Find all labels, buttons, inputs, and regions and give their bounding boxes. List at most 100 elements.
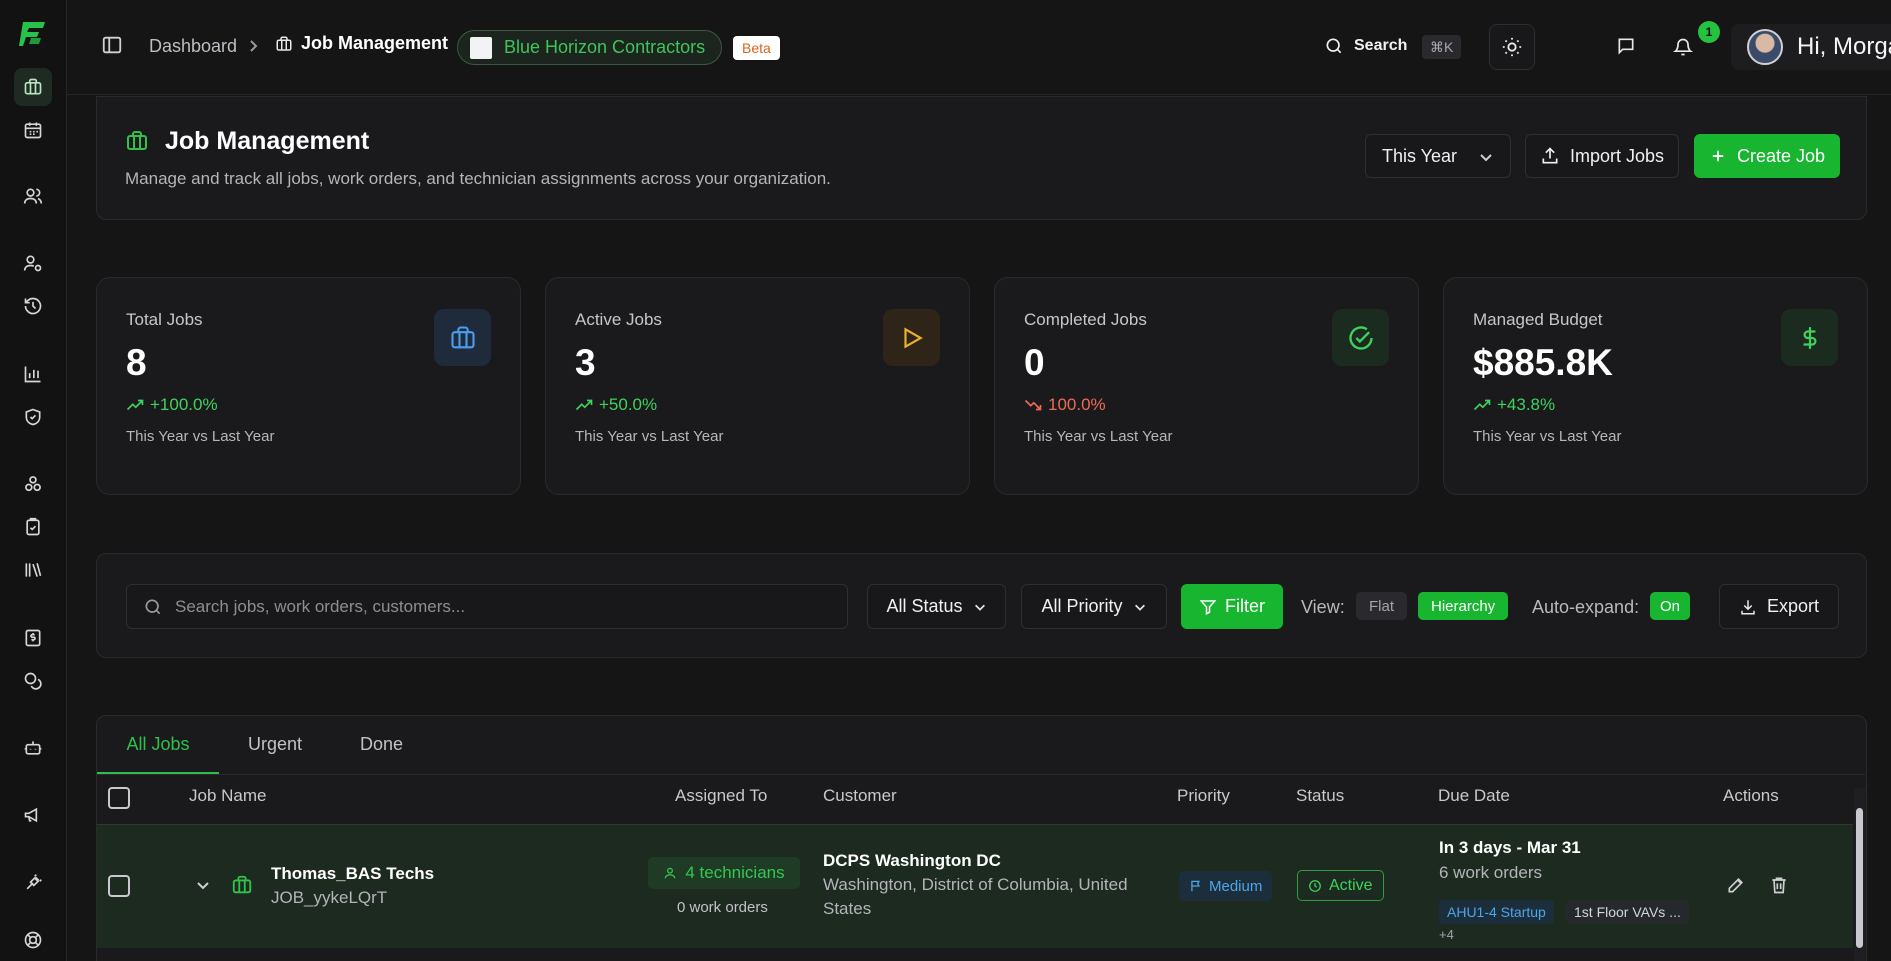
avatar <box>1747 29 1783 65</box>
column-header-assigned-to[interactable]: Assigned To <box>675 786 767 806</box>
stat-value: 0 <box>1024 342 1045 383</box>
dollar-icon <box>1781 309 1838 366</box>
organization-switcher[interactable]: Blue Horizon Contractors <box>457 30 723 65</box>
period-select[interactable]: This Year <box>1365 134 1511 178</box>
row-checkbox[interactable] <box>108 875 130 897</box>
customer-location-line1: Washington, District of Columbia, United <box>823 875 1128 894</box>
user-greeting: Hi, Morgan <box>1797 33 1891 60</box>
chevron-down-icon <box>1478 149 1494 165</box>
tab-urgent[interactable]: Urgent <box>248 716 302 772</box>
stat-card-managed-budget: Managed Budget $885.8K +43.8% This Year … <box>1443 277 1868 495</box>
job-search-input[interactable]: Search jobs, work orders, customers... <box>126 584 848 629</box>
organization-name: Blue Horizon Contractors <box>504 37 706 57</box>
breadcrumb-chevron-icon <box>248 38 260 54</box>
sidebar-components-icon[interactable] <box>14 465 52 503</box>
sidebar-coins-icon[interactable] <box>14 662 52 700</box>
work-order-count: 6 work orders <box>1439 863 1542 882</box>
clock-icon <box>1308 879 1322 893</box>
view-flat-toggle[interactable]: Flat <box>1356 592 1408 620</box>
sidebar-invoice-icon[interactable] <box>14 619 52 657</box>
priority-filter-select[interactable]: All Priority <box>1021 584 1167 629</box>
page-title: Job Management <box>165 127 370 155</box>
column-header-status[interactable]: Status <box>1296 786 1344 806</box>
create-job-button[interactable]: Create Job <box>1694 134 1840 178</box>
table-scrollbar[interactable] <box>1854 788 1865 961</box>
job-name[interactable]: Thomas_BAS Techs <box>271 864 434 884</box>
import-jobs-button[interactable]: Import Jobs <box>1525 134 1679 178</box>
briefcase-icon <box>434 309 491 366</box>
assigned-technicians-badge[interactable]: 4 technicians <box>648 857 800 889</box>
search-shortcut: ⌘K <box>1422 35 1462 59</box>
stat-change-value: +100.0% <box>150 395 218 414</box>
job-id: JOB_yykeLQrT <box>271 888 388 907</box>
due-date: In 3 days - Mar 31 <box>1439 838 1581 857</box>
check-circle-icon <box>1332 309 1389 366</box>
global-search-button[interactable]: Search <box>1324 36 1407 56</box>
chevron-down-icon <box>1133 600 1147 614</box>
sidebar-clipboard-check-icon[interactable] <box>14 508 52 546</box>
status-filter-select[interactable]: All Status <box>867 584 1006 629</box>
select-all-checkbox[interactable] <box>108 787 130 809</box>
sidebar-bar-chart-icon[interactable] <box>14 355 52 393</box>
brand-logo-icon[interactable] <box>17 18 49 50</box>
stat-value: $885.8K <box>1473 342 1613 383</box>
export-button[interactable]: Export <box>1719 584 1839 629</box>
stat-card-active-jobs: Active Jobs 3 +50.0% This Year vs Last Y… <box>545 277 970 495</box>
column-header-due-date[interactable]: Due Date <box>1438 786 1510 806</box>
trend-up-icon <box>1473 398 1491 412</box>
breadcrumb-dashboard[interactable]: Dashboard <box>149 36 237 57</box>
stat-change-value: +43.8% <box>1497 395 1556 414</box>
work-order-tag[interactable]: 1st Floor VAVs ... <box>1566 900 1689 924</box>
expand-chevron-icon[interactable] <box>195 877 211 893</box>
search-icon <box>1324 36 1344 56</box>
sidebar-plug-icon[interactable] <box>14 864 52 902</box>
column-header-customer[interactable]: Customer <box>823 786 897 806</box>
edit-icon[interactable] <box>1726 875 1746 895</box>
stat-change: +43.8% <box>1473 395 1555 415</box>
filter-button[interactable]: Filter <box>1181 584 1283 629</box>
stat-footnote: This Year vs Last Year <box>575 428 724 445</box>
search-label: Search <box>1354 37 1408 54</box>
view-label: View: <box>1301 597 1345 617</box>
create-job-label: Create Job <box>1736 145 1826 166</box>
stat-change-value: +50.0% <box>599 395 658 414</box>
column-header-job-name[interactable]: Job Name <box>189 786 266 806</box>
messages-icon[interactable] <box>1616 36 1636 56</box>
stat-footnote: This Year vs Last Year <box>1473 428 1622 445</box>
sidebar-history-icon[interactable] <box>14 287 52 325</box>
sidebar-shield-check-icon[interactable] <box>14 398 52 436</box>
status-badge: Active <box>1297 870 1384 901</box>
sidebar-users-icon[interactable] <box>14 177 52 215</box>
sidebar-toggle-icon[interactable] <box>101 34 125 58</box>
user-menu[interactable]: Hi, Morgan <box>1731 24 1891 70</box>
view-hierarchy-toggle[interactable]: Hierarchy <box>1418 592 1509 620</box>
notifications-bell-icon[interactable] <box>1673 36 1693 58</box>
tab-done[interactable]: Done <box>360 716 403 772</box>
filter-label: Filter <box>1225 596 1265 616</box>
sidebar-calendar-icon[interactable] <box>14 111 52 149</box>
sidebar-briefcase-icon[interactable] <box>14 68 52 106</box>
download-icon <box>1739 598 1757 616</box>
tab-all-jobs[interactable]: All Jobs <box>97 716 219 774</box>
sidebar-megaphone-icon[interactable] <box>14 796 52 834</box>
plus-icon <box>1709 147 1727 165</box>
search-icon <box>143 597 163 617</box>
theme-toggle-button[interactable] <box>1489 24 1535 70</box>
sidebar-user-settings-icon[interactable] <box>14 244 52 282</box>
sidebar-help-icon[interactable] <box>14 921 52 959</box>
work-order-tag[interactable]: AHU1-4 Startup <box>1439 900 1554 924</box>
priority-label: Medium <box>1209 877 1263 895</box>
stat-change: 100.0% <box>1024 395 1106 415</box>
more-tags-count[interactable]: +4 <box>1439 927 1454 942</box>
auto-expand-toggle[interactable]: On <box>1650 592 1691 620</box>
job-briefcase-icon <box>231 874 253 896</box>
column-header-priority[interactable]: Priority <box>1177 786 1230 806</box>
scrollbar-thumb[interactable] <box>1856 808 1863 948</box>
sidebar-bot-icon[interactable] <box>14 729 52 767</box>
table-header <box>97 774 1865 824</box>
chevron-down-icon <box>973 600 987 614</box>
delete-trash-icon[interactable] <box>1769 875 1789 895</box>
sidebar-library-icon[interactable] <box>14 551 52 589</box>
table-row[interactable]: Thomas_BAS Techs JOB_yykeLQrT 4 technici… <box>97 824 1853 948</box>
page-subtitle: Manage and track all jobs, work orders, … <box>125 169 831 188</box>
